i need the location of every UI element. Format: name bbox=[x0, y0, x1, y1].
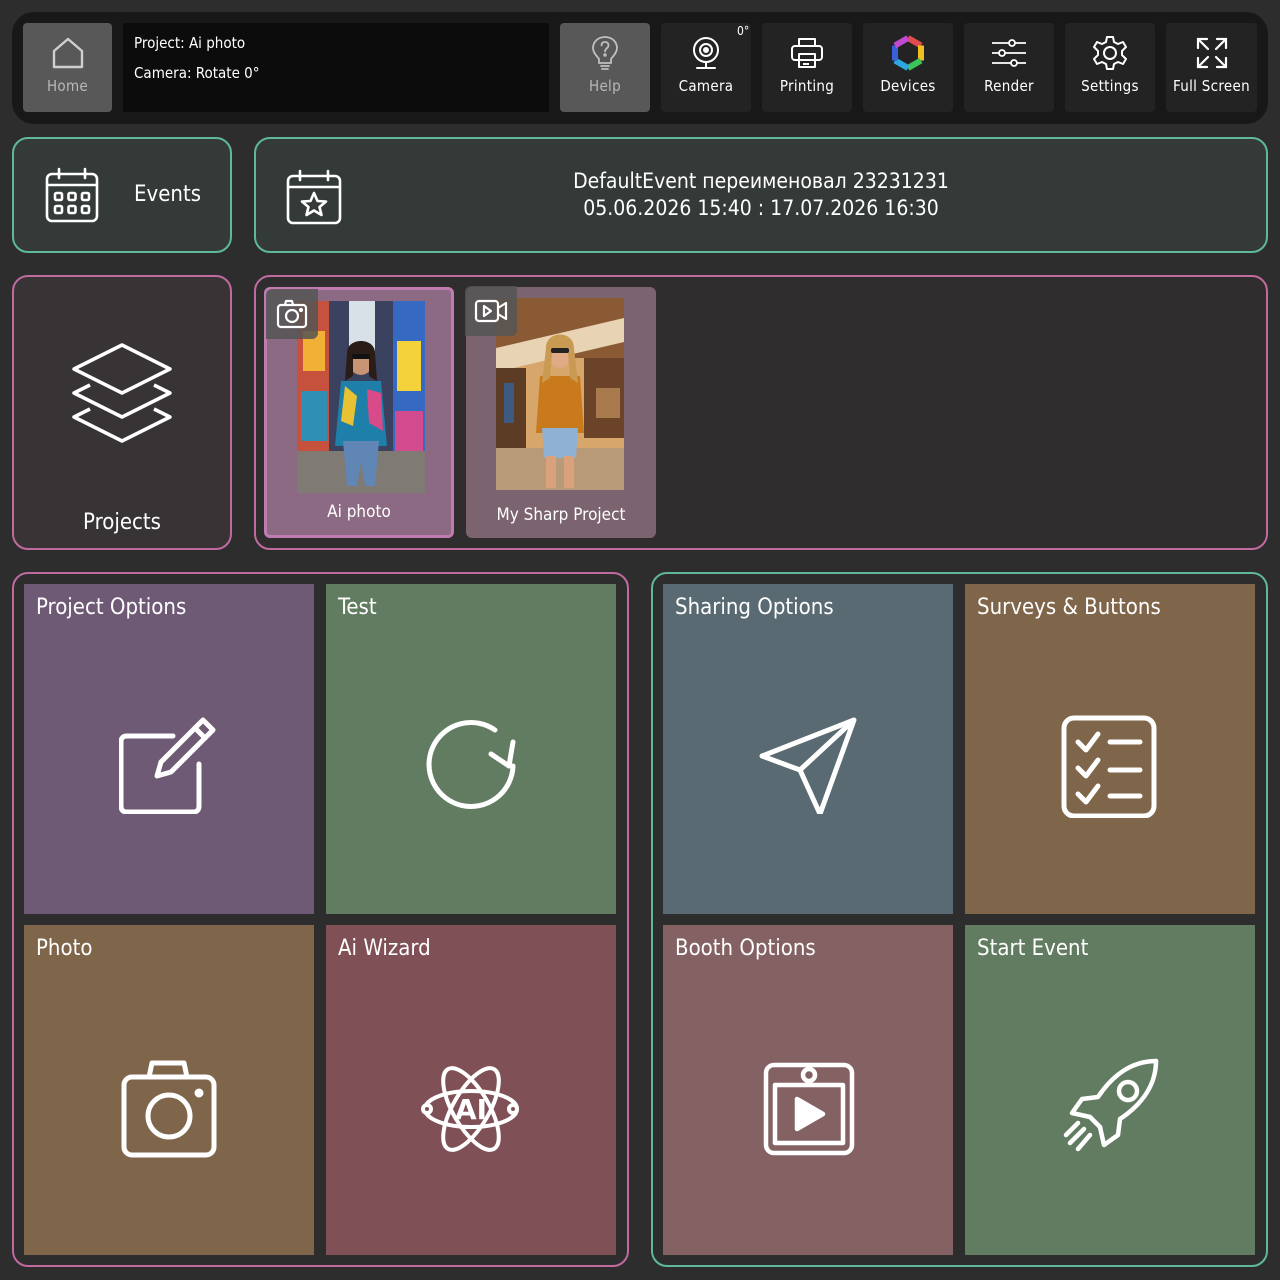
current-project-text: Project: Ai photo bbox=[134, 34, 246, 52]
projects-label: Projects bbox=[83, 510, 161, 535]
camera-icon bbox=[266, 289, 318, 339]
project-options-tile[interactable]: Project Options bbox=[24, 584, 314, 914]
tile-title: Sharing Options bbox=[675, 595, 834, 620]
send-paper-plane-icon bbox=[758, 714, 858, 814]
tile-title: Test bbox=[338, 595, 377, 620]
tile-title: Ai Wizard bbox=[338, 936, 431, 961]
checklist-icon bbox=[1060, 714, 1160, 818]
camera-label: Camera bbox=[678, 77, 734, 95]
project-name: Ai photo bbox=[327, 502, 391, 522]
events-button[interactable]: Events bbox=[12, 137, 232, 253]
settings-label: Settings bbox=[1081, 77, 1139, 95]
surveys-buttons-tile[interactable]: Surveys & Buttons bbox=[965, 584, 1255, 914]
devices-label: Devices bbox=[880, 77, 936, 95]
camera-rotation-text: Camera: Rotate 0° bbox=[134, 64, 260, 82]
edit-pencil-icon bbox=[119, 714, 219, 814]
rocket-icon bbox=[1060, 1055, 1164, 1159]
project-card-my-sharp-project[interactable]: My Sharp Project bbox=[465, 286, 656, 538]
project-info-box: Project: Ai photo Camera: Rotate 0° bbox=[123, 23, 549, 112]
sharing-options-tile[interactable]: Sharing Options bbox=[663, 584, 953, 914]
booth-screen-play-icon bbox=[763, 1055, 855, 1157]
help-label: Help bbox=[589, 77, 621, 95]
layers-icon bbox=[70, 343, 174, 447]
events-label: Events bbox=[134, 182, 202, 207]
webcam-icon bbox=[690, 36, 722, 70]
tile-title: Photo bbox=[36, 936, 93, 961]
video-camera-icon bbox=[465, 286, 517, 336]
projects-button[interactable]: Projects bbox=[12, 275, 232, 550]
render-label: Render bbox=[984, 77, 1034, 95]
sliders-icon bbox=[990, 36, 1028, 70]
camera-rotation-badge: 0° bbox=[737, 24, 750, 38]
lightbulb-question-icon bbox=[590, 36, 620, 70]
ai-wizard-tile[interactable]: Ai Wizard AI bbox=[326, 925, 616, 1255]
devices-color-ring-icon bbox=[890, 35, 926, 71]
tile-title: Booth Options bbox=[675, 936, 816, 961]
home-icon bbox=[50, 36, 86, 70]
booth-options-tile[interactable]: Booth Options bbox=[663, 925, 953, 1255]
printing-label: Printing bbox=[779, 77, 835, 95]
render-button[interactable]: Render bbox=[964, 23, 1054, 112]
refresh-icon bbox=[421, 714, 521, 814]
photo-tile[interactable]: Photo bbox=[24, 925, 314, 1255]
fullscreen-label: Full Screen bbox=[1173, 77, 1250, 95]
gear-icon bbox=[1092, 36, 1128, 70]
devices-button[interactable]: Devices bbox=[863, 23, 953, 112]
event-date-range: 05.06.2026 15:40 : 17.07.2026 16:30 bbox=[583, 196, 939, 220]
tile-title: Project Options bbox=[36, 595, 187, 620]
calendar-icon bbox=[45, 167, 99, 223]
fullscreen-button[interactable]: Full Screen bbox=[1166, 23, 1257, 112]
svg-text:AI: AI bbox=[455, 1093, 487, 1126]
ai-atom-icon: AI bbox=[421, 1057, 521, 1157]
project-name: My Sharp Project bbox=[496, 505, 626, 525]
expand-arrows-icon bbox=[1195, 36, 1229, 70]
project-card-ai-photo[interactable]: Ai photo bbox=[264, 287, 454, 538]
printing-button[interactable]: Printing bbox=[762, 23, 852, 112]
current-event-panel[interactable]: DefaultEvent переименовал 23231231 05.06… bbox=[254, 137, 1268, 253]
tile-title: Start Event bbox=[977, 936, 1089, 961]
home-label: Home bbox=[46, 77, 89, 95]
printer-icon bbox=[789, 36, 825, 70]
tile-title: Surveys & Buttons bbox=[977, 595, 1161, 620]
help-button[interactable]: Help bbox=[560, 23, 650, 112]
event-name: DefaultEvent переименовал 23231231 bbox=[573, 169, 949, 193]
home-button[interactable]: Home bbox=[23, 23, 112, 112]
settings-button[interactable]: Settings bbox=[1065, 23, 1155, 112]
start-event-tile[interactable]: Start Event bbox=[965, 925, 1255, 1255]
camera-icon bbox=[119, 1059, 219, 1159]
test-tile[interactable]: Test bbox=[326, 584, 616, 914]
